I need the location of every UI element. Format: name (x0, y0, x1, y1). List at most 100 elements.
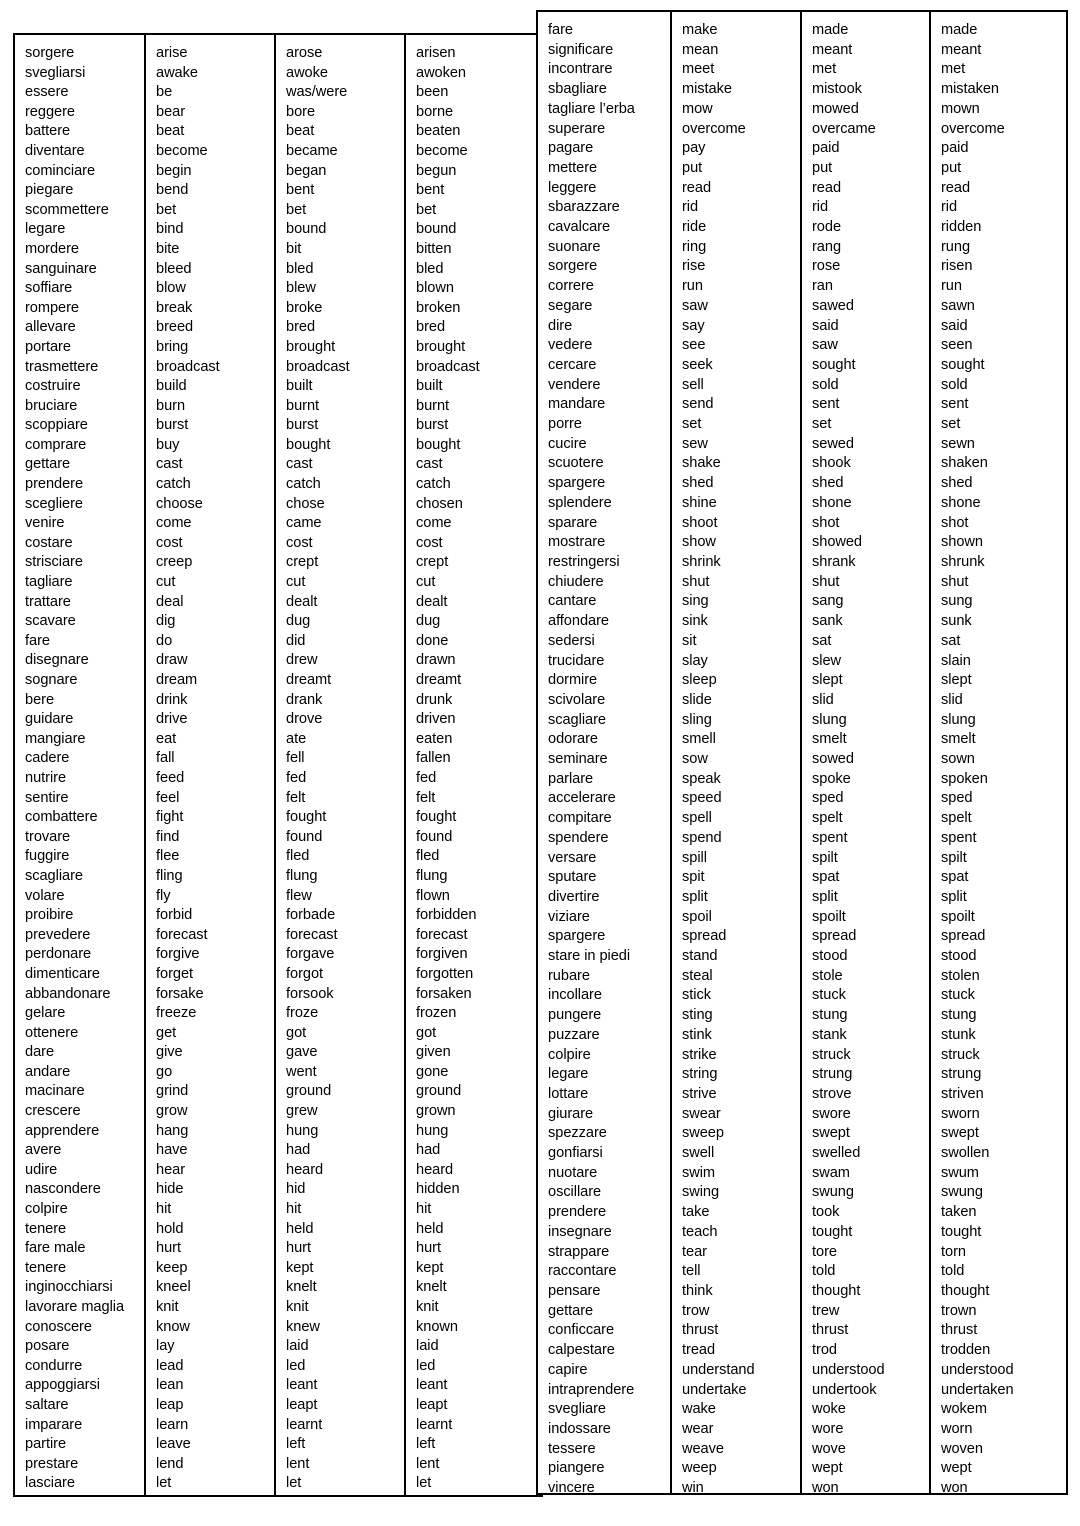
verb-cell: shrank (812, 553, 856, 570)
verb-cell: catch (416, 476, 451, 493)
verb-cell: bere (25, 691, 55, 708)
verb-cell: rise (682, 258, 706, 275)
verb-cell: broadcast (416, 358, 480, 375)
verb-cell: bled (286, 260, 314, 277)
verb-cell: fed (416, 769, 437, 786)
verb-cell: hold (156, 1220, 184, 1237)
verb-cell: run (682, 278, 703, 295)
verb-column-english-base-form: arise awake be bear beat become begin bend bet bi… (146, 35, 276, 1495)
verb-cell: overcame (812, 120, 876, 137)
verb-cell: leapt (416, 1396, 448, 1413)
verb-cell: ride (682, 219, 707, 236)
verb-cell: tagliare (25, 574, 73, 591)
verb-cell: burst (286, 417, 319, 434)
verb-cell: saw (682, 297, 708, 314)
verb-cell: make (682, 22, 718, 38)
verb-cell: sought (941, 356, 985, 373)
verb-cell: undertook (812, 1381, 877, 1398)
verb-cell: bear (156, 103, 186, 120)
verb-cell: breed (156, 319, 194, 336)
verb-cell: swim (682, 1164, 716, 1181)
verb-cell: volare (25, 887, 65, 904)
verb-cell: dealt (286, 593, 318, 610)
verb-cell: calpestare (548, 1342, 615, 1359)
verb-cell: wove (812, 1440, 846, 1457)
verb-cell: shook (812, 455, 851, 472)
verb-cell: thrust (941, 1322, 978, 1339)
verb-cell: laid (416, 1338, 439, 1355)
verb-cell: significare (548, 41, 614, 58)
verb-cell: slept (812, 672, 843, 689)
verb-cell: lottare (548, 1085, 589, 1102)
verb-cell: weep (682, 1460, 717, 1477)
verb-cell: tagliare l’erba (548, 100, 635, 117)
verb-cell: sell (682, 376, 704, 393)
verb-cell: felt (286, 789, 306, 806)
verb-cell: buy (156, 436, 180, 453)
verb-cell: forgiven (416, 946, 468, 963)
verb-cell: thought (812, 1283, 861, 1299)
verb-cell: paid (812, 140, 840, 157)
verb-cell: strike (682, 1046, 717, 1063)
verb-cell: giurare (548, 1105, 594, 1122)
verb-cell: sworn (941, 1105, 980, 1122)
verb-cell: spendere (548, 829, 609, 846)
verb-cell: compitare (548, 810, 612, 827)
verb-cell: ring (682, 238, 707, 255)
verb-cell: woven (941, 1440, 983, 1457)
verb-cell: sawed (812, 297, 854, 314)
verb-cell: imparare (25, 1416, 83, 1433)
verb-cell: hidden (416, 1181, 460, 1198)
verb-cell: see (682, 337, 706, 354)
verb-cell: portare (25, 338, 71, 355)
verb-cell: ground (416, 1083, 462, 1100)
verb-cell: drive (156, 711, 188, 728)
verb-cell: deal (156, 593, 184, 610)
verb-cell: mandare (548, 396, 606, 413)
verb-cell: gonfiarsi (548, 1145, 603, 1162)
verb-cell: swept (941, 1125, 979, 1142)
verb-cell: become (416, 142, 468, 159)
verb-cell: spilt (812, 849, 838, 866)
verb-cell: restringersi (548, 553, 620, 570)
verb-cell: slid (812, 691, 834, 708)
verb-cell: diventare (25, 142, 85, 159)
verb-cell: spat (941, 869, 969, 886)
verb-cell: pensare (548, 1283, 601, 1299)
verb-cell: mangiare (25, 730, 86, 747)
verb-cell: vedere (548, 337, 593, 354)
verb-cell: trasmettere (25, 358, 99, 375)
verb-cell: condurre (25, 1357, 83, 1374)
verb-cell: seminare (548, 751, 608, 768)
verb-cell: bound (416, 221, 457, 238)
verb-cell: gone (416, 1063, 449, 1080)
verb-cell: kneel (156, 1279, 191, 1296)
verb-cell: guidare (25, 711, 74, 728)
verb-cell: fought (286, 809, 327, 826)
verb-cell: risen (941, 258, 973, 275)
verb-column-english-past-participle: arisen awoken been borne beaten become begun be… (406, 35, 541, 1495)
verb-cell: freeze (156, 1005, 197, 1022)
verb-cell: prestare (25, 1455, 79, 1472)
verb-cell: appoggiarsi (25, 1377, 100, 1394)
verb-cell: dormire (548, 672, 598, 689)
verb-table-left: sorgere svegliarsi essere reggere battere div… (13, 33, 543, 1497)
verb-cell: bought (286, 436, 331, 453)
verb-cell: done (416, 632, 449, 649)
verb-cell: wore (812, 1420, 844, 1437)
verb-cell: sang (812, 593, 844, 610)
verb-cell: tessere (548, 1440, 596, 1457)
verb-cell: shaken (941, 455, 988, 472)
verb-cell: sling (682, 711, 712, 728)
verb-cell: forbid (156, 907, 193, 924)
verb-cell: sedersi (548, 632, 595, 649)
verb-cell: forget (156, 965, 194, 982)
verb-cell: met (812, 61, 837, 78)
verb-cell: choose (156, 495, 203, 512)
verb-cell: mown (941, 100, 980, 117)
verb-cell: win (682, 1480, 704, 1493)
verb-cell: scivolare (548, 691, 606, 708)
verb-cell: fought (416, 809, 457, 826)
verb-cell: tread (682, 1342, 716, 1359)
verb-cell: lean (156, 1377, 184, 1394)
